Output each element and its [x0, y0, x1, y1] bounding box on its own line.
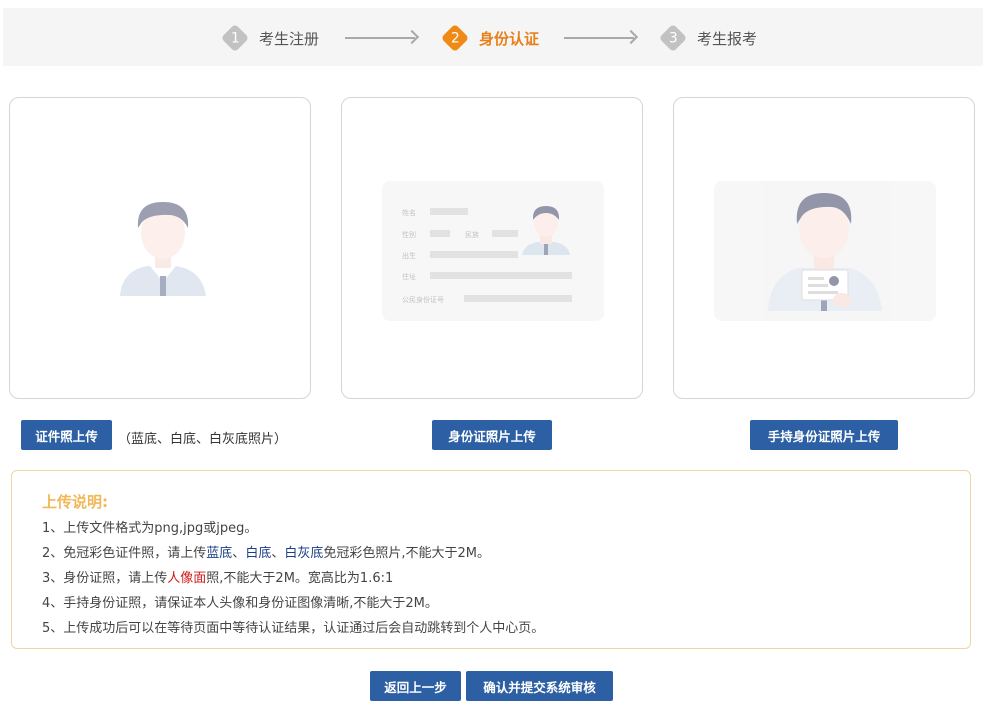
handheld-upload-button[interactable]: 手持身份证照片上传	[750, 420, 898, 450]
person-avatar-icon	[120, 202, 206, 296]
upload-instructions-box: 上传说明: 1、上传文件格式为png,jpg或jpeg。 2、免冠彩色证件照，请…	[11, 470, 971, 649]
submit-review-button[interactable]: 确认并提交系统审核	[466, 671, 613, 701]
step-register: 1 考生注册	[220, 23, 320, 53]
step-number-badge: 2	[440, 23, 470, 53]
instruction-line-4: 4、手持身份证照，请保证本人头像和身份证图像清晰,不能大于2M。	[42, 596, 438, 611]
person-holding-idcard-icon	[714, 181, 936, 321]
svg-text:性别: 性别	[402, 230, 416, 239]
back-button[interactable]: 返回上一步	[370, 671, 461, 701]
instruction-line-5: 5、上传成功后可以在等待页面中等待认证结果，认证通过后会自动跳转到个人中心页。	[42, 621, 545, 636]
photo-upload-button[interactable]: 证件照上传	[21, 420, 112, 450]
arrow-right-icon	[345, 37, 415, 39]
svg-text:出生: 出生	[402, 251, 416, 260]
svg-text:民族: 民族	[465, 230, 479, 239]
step-number-badge: 3	[658, 23, 688, 53]
step-label: 考生注册	[259, 29, 320, 48]
instruction-line-3: 3、身份证照，请上传人像面照,不能大于2M。宽高比为1.6:1	[42, 571, 394, 586]
idcard-upload-button[interactable]: 身份证照片上传	[432, 420, 552, 450]
step-progress-bar: 1 考生注册 2 身份认证 3 考生报考	[3, 8, 983, 66]
idcard-icon: 姓名 性别 民族 出生 住址 公民身份证号	[382, 181, 604, 321]
idcard-upload-card[interactable]: 姓名 性别 民族 出生 住址 公民身份证号	[341, 97, 643, 399]
step-label: 考生报考	[697, 29, 758, 48]
arrow-right-icon	[564, 37, 634, 39]
photo-upload-card[interactable]	[9, 97, 311, 399]
svg-text:公民身份证号: 公民身份证号	[402, 295, 444, 304]
instruction-line-2: 2、免冠彩色证件照，请上传蓝底、白底、白灰底免冠彩色照片,不能大于2M。	[42, 546, 490, 561]
photo-background-note: （蓝底、白底、白灰底照片）	[118, 432, 288, 447]
instruction-line-1: 1、上传文件格式为png,jpg或jpeg。	[42, 521, 258, 536]
svg-text:姓名: 姓名	[402, 208, 416, 217]
step-number-badge: 1	[220, 23, 250, 53]
instructions-title: 上传说明:	[42, 493, 108, 511]
svg-text:住址: 住址	[402, 272, 416, 281]
step-apply: 3 考生报考	[658, 23, 758, 53]
step-label: 身份认证	[479, 29, 540, 48]
step-identity: 2 身份认证	[440, 23, 540, 53]
handheld-upload-card[interactable]	[673, 97, 975, 399]
